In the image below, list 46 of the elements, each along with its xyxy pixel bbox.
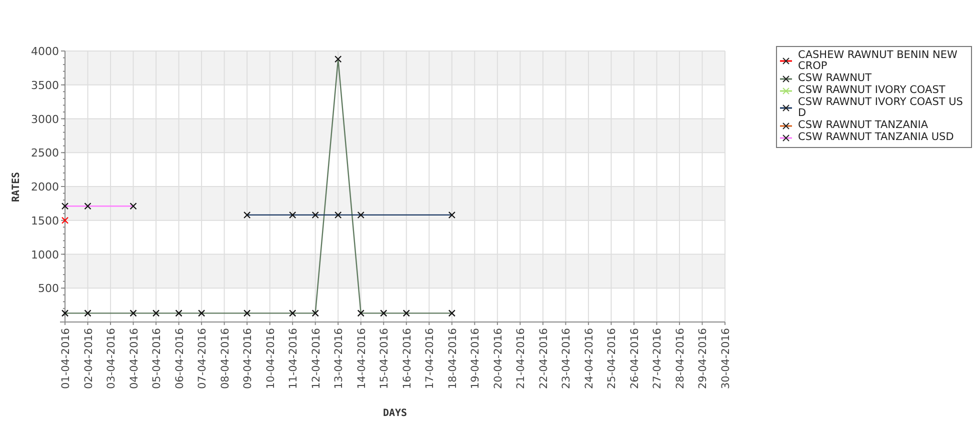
y-tick-label: 500	[38, 282, 59, 296]
x-tick-label: 19-04-2016	[470, 328, 482, 390]
x-tick-label: 11-04-2016	[288, 328, 300, 390]
x-tick-label: 20-04-2016	[492, 328, 504, 390]
x-tick-label: 15-04-2016	[378, 328, 391, 390]
x-tick-label: 05-04-2016	[151, 328, 164, 390]
x-tick-label: 03-04-2016	[106, 328, 118, 390]
x-tick-label: 26-04-2016	[628, 328, 641, 390]
x-tick-label: 24-04-2016	[583, 328, 596, 390]
legend-label: CASHEW RAWNUT BENIN NEW CROP	[798, 50, 958, 72]
x-tick-label: 23-04-2016	[560, 328, 573, 390]
x-tick-label: 13-04-2016	[333, 328, 346, 390]
legend-label: CSW RAWNUT IVORY COAST	[798, 85, 946, 96]
x-tick-label: 25-04-2016	[606, 328, 618, 390]
x-tick-label: 08-04-2016	[219, 328, 232, 390]
legend-label: CSW RAWNUT IVORY COAST USD	[798, 97, 964, 119]
x-tick-label: 01-04-2016	[60, 328, 72, 390]
x-axis-title: DAYS	[382, 408, 408, 419]
legend-label: CSW RAWNUT TANZANIA USD	[798, 132, 955, 143]
x-tick-label: 07-04-2016	[196, 328, 209, 390]
x-tick-label: 06-04-2016	[174, 328, 186, 390]
y-tick-label: 4000	[31, 45, 59, 58]
x-tick-label: 21-04-2016	[515, 328, 528, 390]
y-tick-label: 3000	[31, 112, 59, 126]
x-tick-label: 16-04-2016	[401, 328, 414, 390]
legend-label: CSW RAWNUT	[798, 73, 873, 84]
legend-label: CSW RAWNUT TANZANIA	[798, 120, 930, 131]
x-tick-label: 14-04-2016	[356, 328, 368, 390]
x-tick-label: 02-04-2016	[82, 328, 95, 390]
y-tick-label: 2500	[31, 146, 59, 160]
x-tick-label: 28-04-2016	[674, 328, 686, 390]
x-tick-label: 22-04-2016	[538, 328, 550, 390]
x-tick-label: 17-04-2016	[424, 328, 436, 390]
x-tick-label: 30-04-2016	[720, 328, 732, 390]
x-tick-label: 29-04-2016	[697, 328, 710, 390]
y-tick-label: 1000	[31, 248, 59, 262]
y-axis-title: RATES	[11, 172, 22, 202]
x-tick-label: 27-04-2016	[652, 328, 664, 390]
y-tick-label: 2000	[31, 180, 59, 194]
x-tick-label: 18-04-2016	[446, 328, 459, 390]
x-tick-label: 09-04-2016	[242, 328, 254, 390]
y-tick-label: 1500	[31, 214, 59, 228]
x-tick-label: 10-04-2016	[264, 328, 277, 390]
y-tick-label: 3500	[31, 78, 59, 92]
x-tick-label: 04-04-2016	[128, 328, 140, 390]
x-tick-label: 12-04-2016	[310, 328, 322, 390]
